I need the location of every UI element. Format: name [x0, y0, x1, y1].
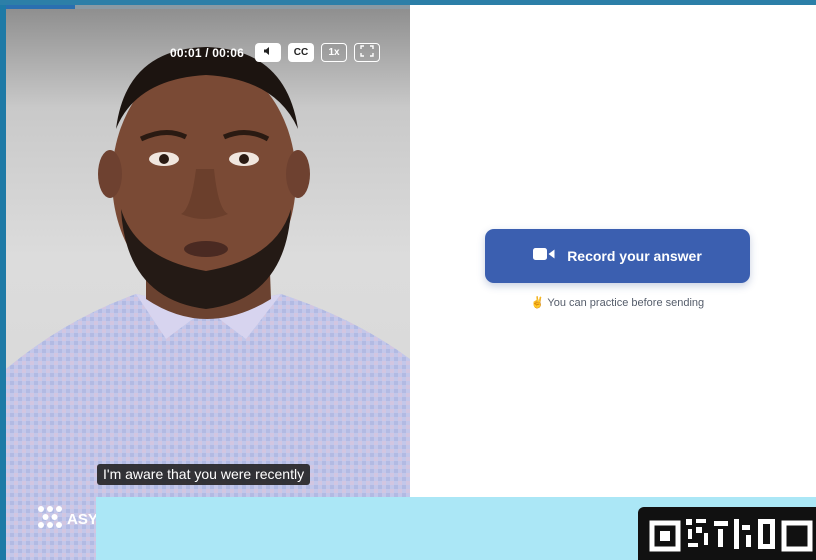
logo-mark-icon: [37, 505, 63, 533]
video-camera-icon: [533, 247, 555, 266]
logo-text: ASY: [67, 510, 98, 528]
video-player[interactable]: 00:01 / 00:06 CC 1x I'm aware that you w…: [6, 9, 410, 560]
qr-code: [638, 507, 816, 560]
victory-hand-icon: ✌: [530, 297, 545, 309]
mute-button[interactable]: [255, 43, 281, 62]
practice-hint-text: You can practice before sending: [547, 297, 705, 309]
fullscreen-button[interactable]: [354, 43, 380, 62]
video-controls: 00:01 / 00:06 CC 1x: [170, 43, 380, 62]
fullscreen-icon: [360, 45, 374, 60]
playback-speed-button[interactable]: 1x: [321, 43, 347, 62]
answer-panel: Record your answer ✌ You can practice be…: [410, 5, 816, 497]
video-caption: I'm aware that you were recently: [97, 464, 311, 485]
video-time: 00:01 / 00:06: [170, 45, 244, 60]
speaker-icon: [263, 46, 273, 59]
record-answer-button[interactable]: Record your answer: [485, 229, 750, 283]
brand-logo: ASY: [37, 505, 98, 533]
record-answer-label: Record your answer: [567, 248, 702, 264]
captions-button[interactable]: CC: [288, 43, 314, 62]
practice-hint: ✌ You can practice before sending: [485, 296, 750, 309]
